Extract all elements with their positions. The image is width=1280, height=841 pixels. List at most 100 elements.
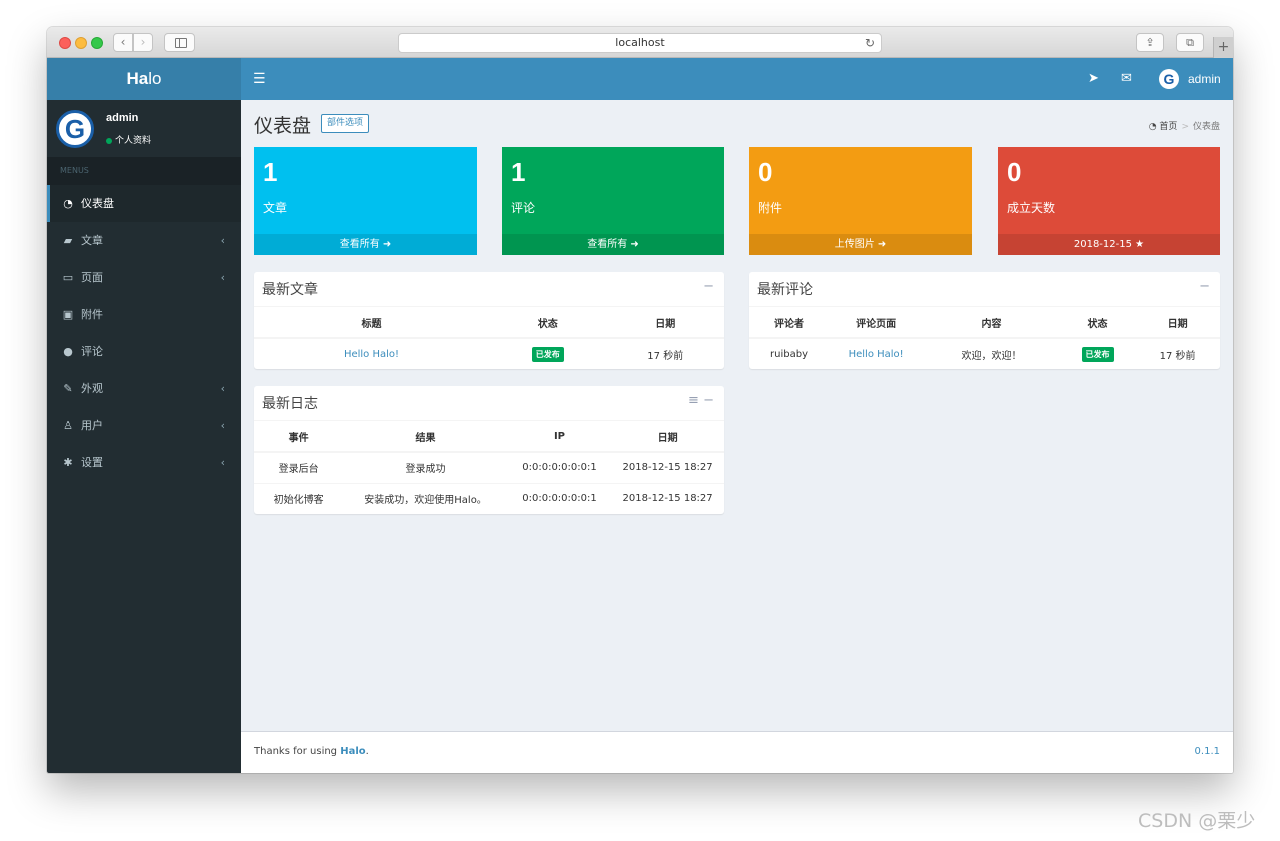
zoom-window-button[interactable] <box>91 37 103 49</box>
watermark: CSDN @栗少 <box>1138 810 1256 832</box>
version-number: 0.1.1 <box>1194 746 1220 757</box>
collapse-icon[interactable]: − <box>1199 279 1210 294</box>
status-badge: 已发布 <box>531 346 564 362</box>
latest-posts-box: 最新文章 − 标题 状态 日期 Hello Halo! 已发布 17 秒前 <box>254 272 724 369</box>
box-title: 最新文章 <box>262 282 318 298</box>
collapse-icon[interactable]: − <box>703 279 714 294</box>
logo[interactable]: Halo <box>47 58 241 100</box>
show-tabs-button[interactable]: ⧉ <box>1176 33 1204 52</box>
dashboard-icon: ◔ <box>63 197 73 210</box>
table-header: 标题 <box>254 307 489 339</box>
table-cell: 17 秒前 <box>1135 337 1220 369</box>
sidebar-item-appearance[interactable]: ✎ 外观 ‹ <box>47 370 241 407</box>
latest-posts-table: 标题 状态 日期 Hello Halo! 已发布 17 秒前 <box>254 307 724 369</box>
stat-footer-label: 查看所有 <box>339 239 380 250</box>
image-icon: ▣ <box>62 308 74 321</box>
list-icon[interactable]: ≡ <box>688 393 699 408</box>
table-cell: 0:0:0:0:0:0:0:1 <box>507 451 612 483</box>
sidebar-item-posts[interactable]: ▰ 文章 ‹ <box>47 222 241 259</box>
footer-prefix: Thanks for using <box>254 746 338 757</box>
chevron-right-icon: › <box>140 35 146 49</box>
sidebar-item-pages[interactable]: ▭ 页面 ‹ <box>47 259 241 296</box>
table-header: 内容 <box>923 307 1060 339</box>
sidebar-item-users[interactable]: ♙ 用户 ‹ <box>47 407 241 444</box>
collapse-icon[interactable]: − <box>703 393 714 408</box>
breadcrumb-home[interactable]: 首页 <box>1159 122 1177 132</box>
widget-options-button[interactable]: 部件选项 <box>321 114 370 133</box>
latest-logs-box: 最新日志 ≡ − 事件 结果 IP 日期 登录后台 登录成功 0:0:0:0:0… <box>254 386 724 514</box>
latest-logs-table: 事件 结果 IP 日期 登录后台 登录成功 0:0:0:0:0:0:0:1 20… <box>254 421 724 514</box>
table-header: 日期 <box>611 421 724 453</box>
share-icon: ⇪ <box>1145 36 1155 49</box>
paper-plane-icon[interactable]: ➤ <box>1088 71 1099 86</box>
footer-suffix: . <box>365 746 369 757</box>
url-text: localhost <box>615 36 665 49</box>
table-row: 登录后台 登录成功 0:0:0:0:0:0:0:1 2018-12-15 18:… <box>254 451 724 483</box>
app: Halo ☰ ➤ ✉ G admin G admin 个人资料 MENUS ◔ … <box>47 58 1233 773</box>
table-cell: 安装成功，欢迎使用Halo。 <box>343 482 508 514</box>
address-bar[interactable]: localhost ↻ <box>398 33 882 53</box>
chevron-left-icon: ‹ <box>220 234 225 247</box>
sidebar-item-label: 评论 <box>81 345 103 358</box>
box-tools: ≡ − <box>688 393 714 408</box>
stat-value: 0 <box>1007 157 1022 187</box>
breadcrumb-current: 仪表盘 <box>1192 122 1220 132</box>
table-header: 事件 <box>254 421 344 453</box>
sidebar-item-label: 用户 <box>81 419 103 432</box>
stat-label: 评论 <box>511 201 536 215</box>
brush-icon: ✎ <box>63 382 73 395</box>
avatar[interactable]: G <box>1159 69 1179 89</box>
forward-button[interactable]: › <box>133 33 153 52</box>
new-tab-button[interactable]: + <box>1213 37 1233 58</box>
dashboard-icon: ◔ <box>1148 122 1157 132</box>
sidebar-item-dashboard[interactable]: ◔ 仪表盘 <box>47 185 241 222</box>
view-all-posts-link[interactable]: 查看所有 ➜ <box>254 234 477 255</box>
sidebar-item-settings[interactable]: ✱ 设置 ‹ <box>47 444 241 481</box>
logo-rest: lo <box>148 69 162 88</box>
latest-comments-table: 评论者 评论页面 内容 状态 日期 ruibaby Hello Halo! 欢迎… <box>749 307 1220 369</box>
desktop-icon: ▭ <box>62 271 74 284</box>
stat-footer-label: 查看所有 <box>587 239 628 250</box>
established-date: 2018-12-15 ★ <box>998 234 1220 255</box>
sidebar-toggle-button[interactable] <box>164 33 195 52</box>
table-cell: 2018-12-15 18:27 <box>611 482 724 514</box>
table-cell: 17 秒前 <box>606 337 724 369</box>
footer-brand-link[interactable]: Halo <box>340 746 365 757</box>
reload-icon[interactable]: ↻ <box>865 34 875 52</box>
arrow-circle-right-icon: ➜ <box>877 239 887 250</box>
profile-link[interactable]: 个人资料 <box>106 133 151 146</box>
sidebar-item-label: 设置 <box>81 456 103 469</box>
menu-toggle-icon[interactable]: ☰ <box>253 71 266 87</box>
upload-image-link[interactable]: 上传图片 ➜ <box>749 234 972 255</box>
share-button[interactable]: ⇪ <box>1136 33 1164 52</box>
arrow-circle-right-icon: ➜ <box>630 239 639 250</box>
sidebar-item-label: 外观 <box>81 382 103 395</box>
sidebar-item-attachments[interactable]: ▣ 附件 <box>47 296 241 333</box>
stat-label: 文章 <box>263 201 288 215</box>
box-title: 最新日志 <box>262 396 318 412</box>
chevron-left-icon: ‹ <box>220 271 225 284</box>
profile-link-label: 个人资料 <box>115 136 152 146</box>
status-badge: 已发布 <box>1081 346 1114 362</box>
view-all-comments-link[interactable]: 查看所有 ➜ <box>502 234 724 255</box>
sidebar-item-label: 页面 <box>81 271 103 284</box>
table-cell: 2018-12-15 18:27 <box>611 451 724 483</box>
table-header: 状态 <box>489 307 607 339</box>
stat-box-days: 0 成立天数 2018-12-15 ★ <box>998 147 1220 255</box>
page-footer: Thanks for using Halo. 0.1.1 <box>241 731 1233 773</box>
cog-icon: ✱ <box>63 456 73 469</box>
minimize-window-button[interactable] <box>75 37 87 49</box>
sidebar-item-comments[interactable]: ● 评论 <box>47 333 241 370</box>
navbar-username[interactable]: admin <box>1188 72 1221 86</box>
table-row: Hello Halo! 已发布 17 秒前 <box>254 337 724 369</box>
user-icon: ♙ <box>63 419 73 432</box>
top-navbar: ☰ ➤ ✉ G admin <box>241 58 1233 100</box>
plus-icon: + <box>1217 39 1230 55</box>
back-button[interactable]: ‹ <box>113 33 133 52</box>
post-title-link[interactable]: Hello Halo! <box>344 349 399 360</box>
comment-page-link[interactable]: Hello Halo! <box>849 349 904 360</box>
close-window-button[interactable] <box>59 37 71 49</box>
stat-footer-label: 2018-12-15 <box>1073 239 1132 250</box>
envelope-icon[interactable]: ✉ <box>1121 71 1132 86</box>
comment-icon: ● <box>63 345 73 358</box>
